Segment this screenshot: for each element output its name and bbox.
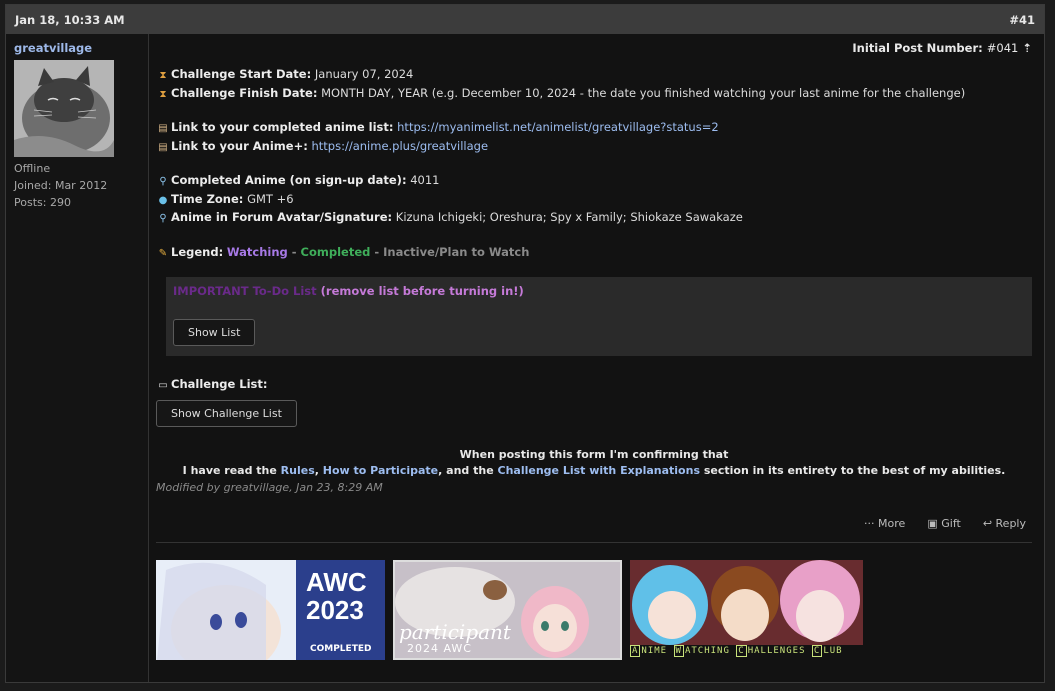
hourglass-icon: ⧗ [159,88,167,100]
awc-2023-banner[interactable]: AWC 2023 COMPLETED [156,559,385,660]
signature-banners: AWC 2023 COMPLETED participant 2024 AWC … [156,559,1032,660]
pencil-icon: ✎ [158,247,168,259]
awc-club-text: A NIME W ATCHING C HALLENGES C LUB [630,644,843,657]
challenge-list-line: ▭ Challenge List: [156,376,1032,395]
forum-post: Jan 18, 10:33 AM #41 greatvillage Offlin… [5,4,1045,683]
todo-spoiler-box: IMPORTANT To-Do List (remove list before… [166,277,1032,356]
completed-line: ⚲ Completed Anime (on sign-up date): 4011 [156,172,1032,191]
pin-icon: ⇡ [1022,41,1032,55]
anime-list-link[interactable]: https://myanimelist.net/animelist/greatv… [397,120,719,134]
globe-icon: ● [158,194,168,206]
confirmation-text: When posting this form I'm confirming th… [182,447,1006,477]
animeplus-line: ▤ Link to your Anime+: https://anime.plus… [156,138,1032,157]
post-number-link[interactable]: #41 [1009,13,1035,27]
user-joined: Joined: Mar 2012 [14,179,108,192]
signature-divider [156,541,1032,543]
show-challenge-list-button[interactable]: Show Challenge List [156,399,297,427]
magnifier-icon: ⚲ [159,213,167,224]
ellipsis-icon: ··· [864,517,875,530]
how-to-participate-link[interactable]: How to Participate [323,464,438,477]
post-date: Jan 18, 10:33 AM [15,12,125,27]
initial-post-number: Initial Post Number: #041 ⇡ [852,41,1032,55]
gift-icon: ▣ [927,517,938,530]
user-posts: Posts: 290 [14,196,71,209]
reply-icon: ↩ [982,517,993,530]
more-button[interactable]: ··· More [864,517,905,530]
show-list-button[interactable]: Show List [173,319,256,346]
challenge-list-link[interactable]: Challenge List with Explanations [498,464,701,477]
scroll-icon: ▤ [158,123,168,134]
reply-button[interactable]: ↩ Reply [983,517,1026,530]
gift-button[interactable]: ▣ Gift [927,517,960,530]
magnifier-icon: ⚲ [159,176,167,187]
rules-link[interactable]: Rules [281,464,315,477]
post-actions: ··· More ▣ Gift ↩ Reply [156,514,1032,534]
finish-date-line: ⧗ Challenge Finish Date: MONTH DAY, YEAR … [156,85,1032,104]
username-link[interactable]: greatvillage [14,41,140,55]
avatar-anime-line: ⚲ Anime in Forum Avatar/Signature: Kizuna… [156,209,1032,228]
anime-list-line: ▤ Link to your completed anime list: http… [156,119,1032,138]
start-date-line: ⧗ Challenge Start Date: January 07, 2024 [156,66,1032,85]
avatar[interactable] [14,60,114,157]
speech-bubble-icon: ▭ [158,380,168,391]
modified-note: Modified by greatvillage, Jan 23, 8:29 A… [156,480,383,494]
animeplus-link[interactable]: https://anime.plus/greatvillage [311,139,488,153]
legend-line: ✎ Legend: Watching - Completed - Inactive… [156,244,1032,263]
hourglass-icon: ⧗ [159,70,167,81]
todo-title: IMPORTANT To-Do List (remove list before… [173,284,524,298]
participant-2024-banner[interactable]: participant 2024 AWC [393,559,622,660]
timezone-line: ● Time Zone: GMT +6 [156,191,1032,210]
scroll-icon: ▤ [158,141,168,153]
post-content: Initial Post Number: #041 ⇡ ⧗ Challenge S… [149,34,1044,682]
user-info-column: greatvillage Offline Joined: Mar 2012 Po… [6,34,149,682]
awc-club-banner[interactable]: A NIME W ATCHING C HALLENGES C LUB [630,559,863,660]
post-header: Jan 18, 10:33 AM #41 [6,5,1044,34]
user-status: Offline [14,162,51,175]
